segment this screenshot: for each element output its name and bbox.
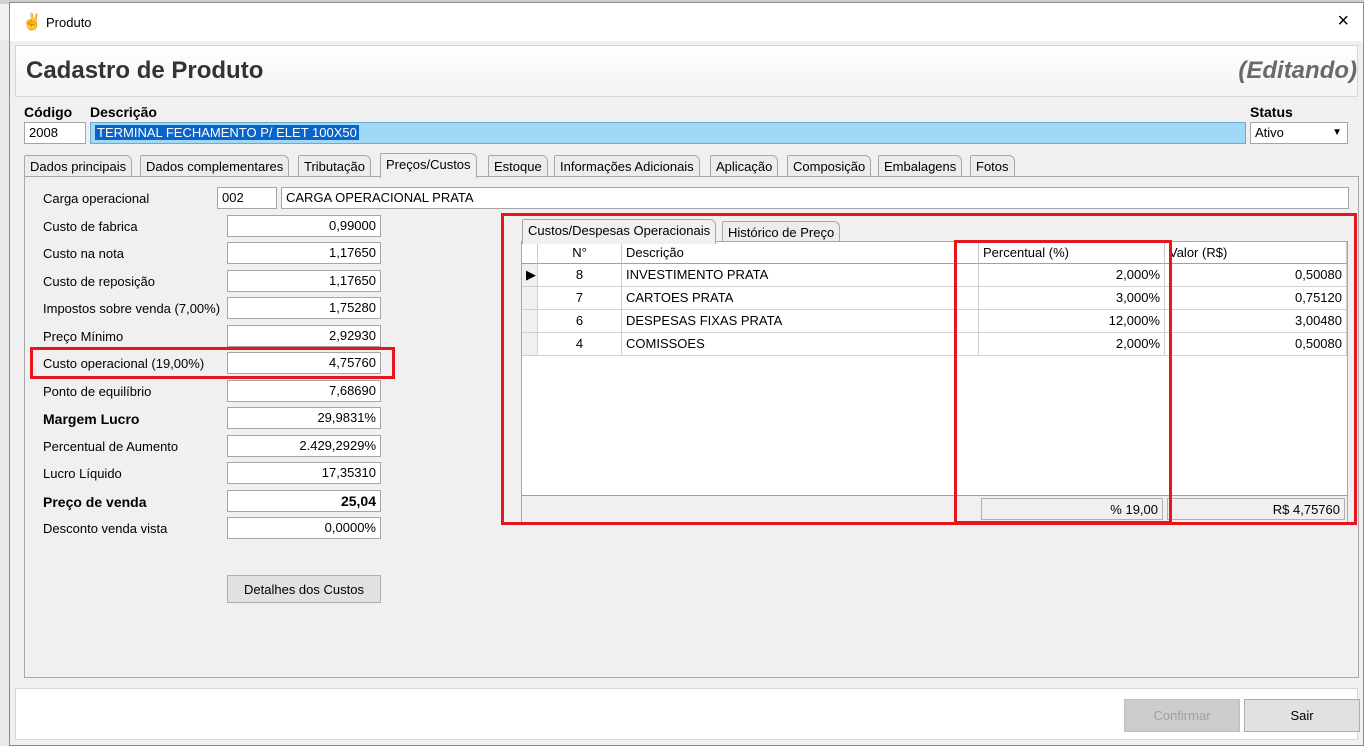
grid-indicator-header: [522, 242, 538, 264]
preco-venda-field[interactable]: 25,04: [227, 490, 381, 512]
grid-header-num[interactable]: N°: [538, 242, 622, 264]
grid-cell-num[interactable]: 8: [538, 264, 622, 287]
tab-estoque[interactable]: Estoque: [488, 155, 548, 177]
grid-cell-valor[interactable]: 0,75120: [1165, 287, 1347, 310]
tab-dados-principais[interactable]: Dados principais: [24, 155, 133, 177]
bottom-panel: Confirmar Sair: [15, 688, 1360, 740]
impostos-venda-label: Impostos sobre venda (7,00%): [43, 301, 221, 316]
title-bar: ✌ Produto ×: [10, 3, 1363, 41]
grid-cell-valor[interactable]: 3,00480: [1165, 310, 1347, 333]
grid-cell-valor[interactable]: 0,50080: [1165, 333, 1347, 356]
margem-lucro-label: Margem Lucro: [43, 411, 140, 427]
tab-fotos[interactable]: Fotos: [970, 155, 1015, 177]
row-indicator: [522, 333, 538, 356]
desconto-vista-label: Desconto venda vista: [43, 521, 168, 536]
impostos-venda-field[interactable]: 1,75280: [227, 297, 381, 319]
custo-operacional-field[interactable]: 4,75760: [227, 352, 381, 374]
tab-custos-despesas[interactable]: Custos/Despesas Operacionais: [522, 219, 717, 244]
descricao-selected-text: TERMINAL FECHAMENTO P/ ELET 100X50: [95, 125, 359, 140]
grid-cell-num[interactable]: 7: [538, 287, 622, 310]
tab-aplicacao[interactable]: Aplicação: [710, 155, 779, 177]
tab-composicao[interactable]: Composição: [787, 155, 872, 177]
custo-fabrica-field[interactable]: 0,99000: [227, 215, 381, 237]
custo-fabrica-label: Custo de fabrica: [43, 219, 138, 234]
custo-reposicao-label: Custo de reposição: [43, 274, 156, 289]
lucro-liquido-field[interactable]: 17,35310: [227, 462, 381, 484]
preco-minimo-label: Preço Mínimo: [43, 329, 124, 344]
grid-cell-descricao[interactable]: COMISSOES: [622, 333, 979, 356]
margem-lucro-field[interactable]: 29,9831%: [227, 407, 381, 429]
tab-tributacao[interactable]: Tributação: [298, 155, 371, 177]
grid-cell-descricao[interactable]: DESPESAS FIXAS PRATA: [622, 310, 979, 333]
row-indicator: [522, 287, 538, 310]
page-title: Cadastro de Produto: [26, 57, 264, 84]
percentual-aumento-field[interactable]: 2.429,2929%: [227, 435, 381, 457]
grid-cell-num[interactable]: 6: [538, 310, 622, 333]
grid-header-valor[interactable]: Valor (R$): [1165, 242, 1347, 264]
tab-precos-custos[interactable]: Preços/Custos: [380, 153, 477, 178]
detalhes-custos-button[interactable]: Detalhes dos Custos: [227, 575, 381, 603]
row-indicator-icon: ▶: [522, 264, 538, 287]
codigo-label: Código: [24, 104, 73, 120]
confirmar-button[interactable]: Confirmar: [1124, 699, 1240, 732]
tab-informacoes-adicionais[interactable]: Informações Adicionais: [554, 155, 700, 177]
grid-cell-descricao[interactable]: CARTOES PRATA: [622, 287, 979, 310]
grid-cell-percentual[interactable]: 2,000%: [979, 333, 1165, 356]
descricao-label: Descrição: [90, 104, 157, 120]
close-icon[interactable]: ×: [1337, 11, 1349, 31]
precos-custos-panel: Carga operacional 002 CARGA OPERACIONAL …: [24, 176, 1359, 678]
grid-cell-percentual[interactable]: 2,000%: [979, 264, 1165, 287]
custo-nota-field[interactable]: 1,17650: [227, 242, 381, 264]
grid-cell-num[interactable]: 4: [538, 333, 622, 356]
grid-cell-percentual[interactable]: 3,000%: [979, 287, 1165, 310]
mode-indicator: (Editando): [1238, 57, 1357, 84]
codigo-field[interactable]: 2008: [24, 122, 86, 144]
status-label: Status: [1250, 104, 1293, 120]
carga-operacional-label: Carga operacional: [43, 191, 150, 206]
tab-dados-complementares[interactable]: Dados complementares: [140, 155, 290, 177]
produto-window: ✌ Produto × Cadastro de Produto (Editand…: [9, 2, 1364, 746]
main-tabs: Dados principais Dados complementares Tr…: [24, 153, 1124, 178]
inner-tabs: Custos/Despesas Operacionais Histórico d…: [522, 219, 882, 244]
grid-cell-descricao[interactable]: INVESTIMENTO PRATA: [622, 264, 979, 287]
total-valor: R$ 4,75760: [1167, 498, 1345, 520]
percentual-aumento-label: Percentual de Aumento: [43, 439, 179, 454]
grid-cell-valor[interactable]: 0,50080: [1165, 264, 1347, 287]
hand-icon: ✌: [22, 14, 42, 31]
status-select[interactable]: Ativo ▼: [1250, 122, 1348, 144]
grid-header-percentual[interactable]: Percentual (%): [979, 242, 1165, 264]
custo-operacional-label: Custo operacional (19,00%): [43, 356, 205, 371]
carga-desc-field[interactable]: CARGA OPERACIONAL PRATA: [281, 187, 1349, 209]
row-indicator: [522, 310, 538, 333]
custos-grid: N° Descrição Percentual (%) Valor (R$) ▶…: [521, 241, 1348, 523]
desconto-vista-field[interactable]: 0,0000%: [227, 517, 381, 539]
total-percentual: % 19,00: [981, 498, 1163, 520]
custo-nota-label: Custo na nota: [43, 246, 124, 261]
preco-minimo-field[interactable]: 2,92930: [227, 325, 381, 347]
ponto-equilibrio-label: Ponto de equilíbrio: [43, 384, 152, 399]
preco-venda-label: Preço de venda: [43, 494, 147, 510]
custo-reposicao-field[interactable]: 1,17650: [227, 270, 381, 292]
sair-button[interactable]: Sair: [1244, 699, 1360, 732]
window-title: Produto: [46, 15, 92, 30]
lucro-liquido-label: Lucro Líquido: [43, 466, 122, 481]
tab-historico-preco[interactable]: Histórico de Preço: [722, 221, 841, 243]
tab-embalagens[interactable]: Embalagens: [878, 155, 963, 177]
carga-code-field[interactable]: 002: [217, 187, 277, 209]
ponto-equilibrio-field[interactable]: 7,68690: [227, 380, 381, 402]
descricao-field[interactable]: TERMINAL FECHAMENTO P/ ELET 100X50: [90, 122, 1246, 144]
header-panel: Cadastro de Produto (Editando): [15, 45, 1358, 97]
grid-cell-percentual[interactable]: 12,000%: [979, 310, 1165, 333]
dropdown-arrow-icon: ▼: [1332, 127, 1342, 138]
status-value: Ativo: [1255, 125, 1284, 140]
grid-header-descricao[interactable]: Descrição: [622, 242, 979, 264]
